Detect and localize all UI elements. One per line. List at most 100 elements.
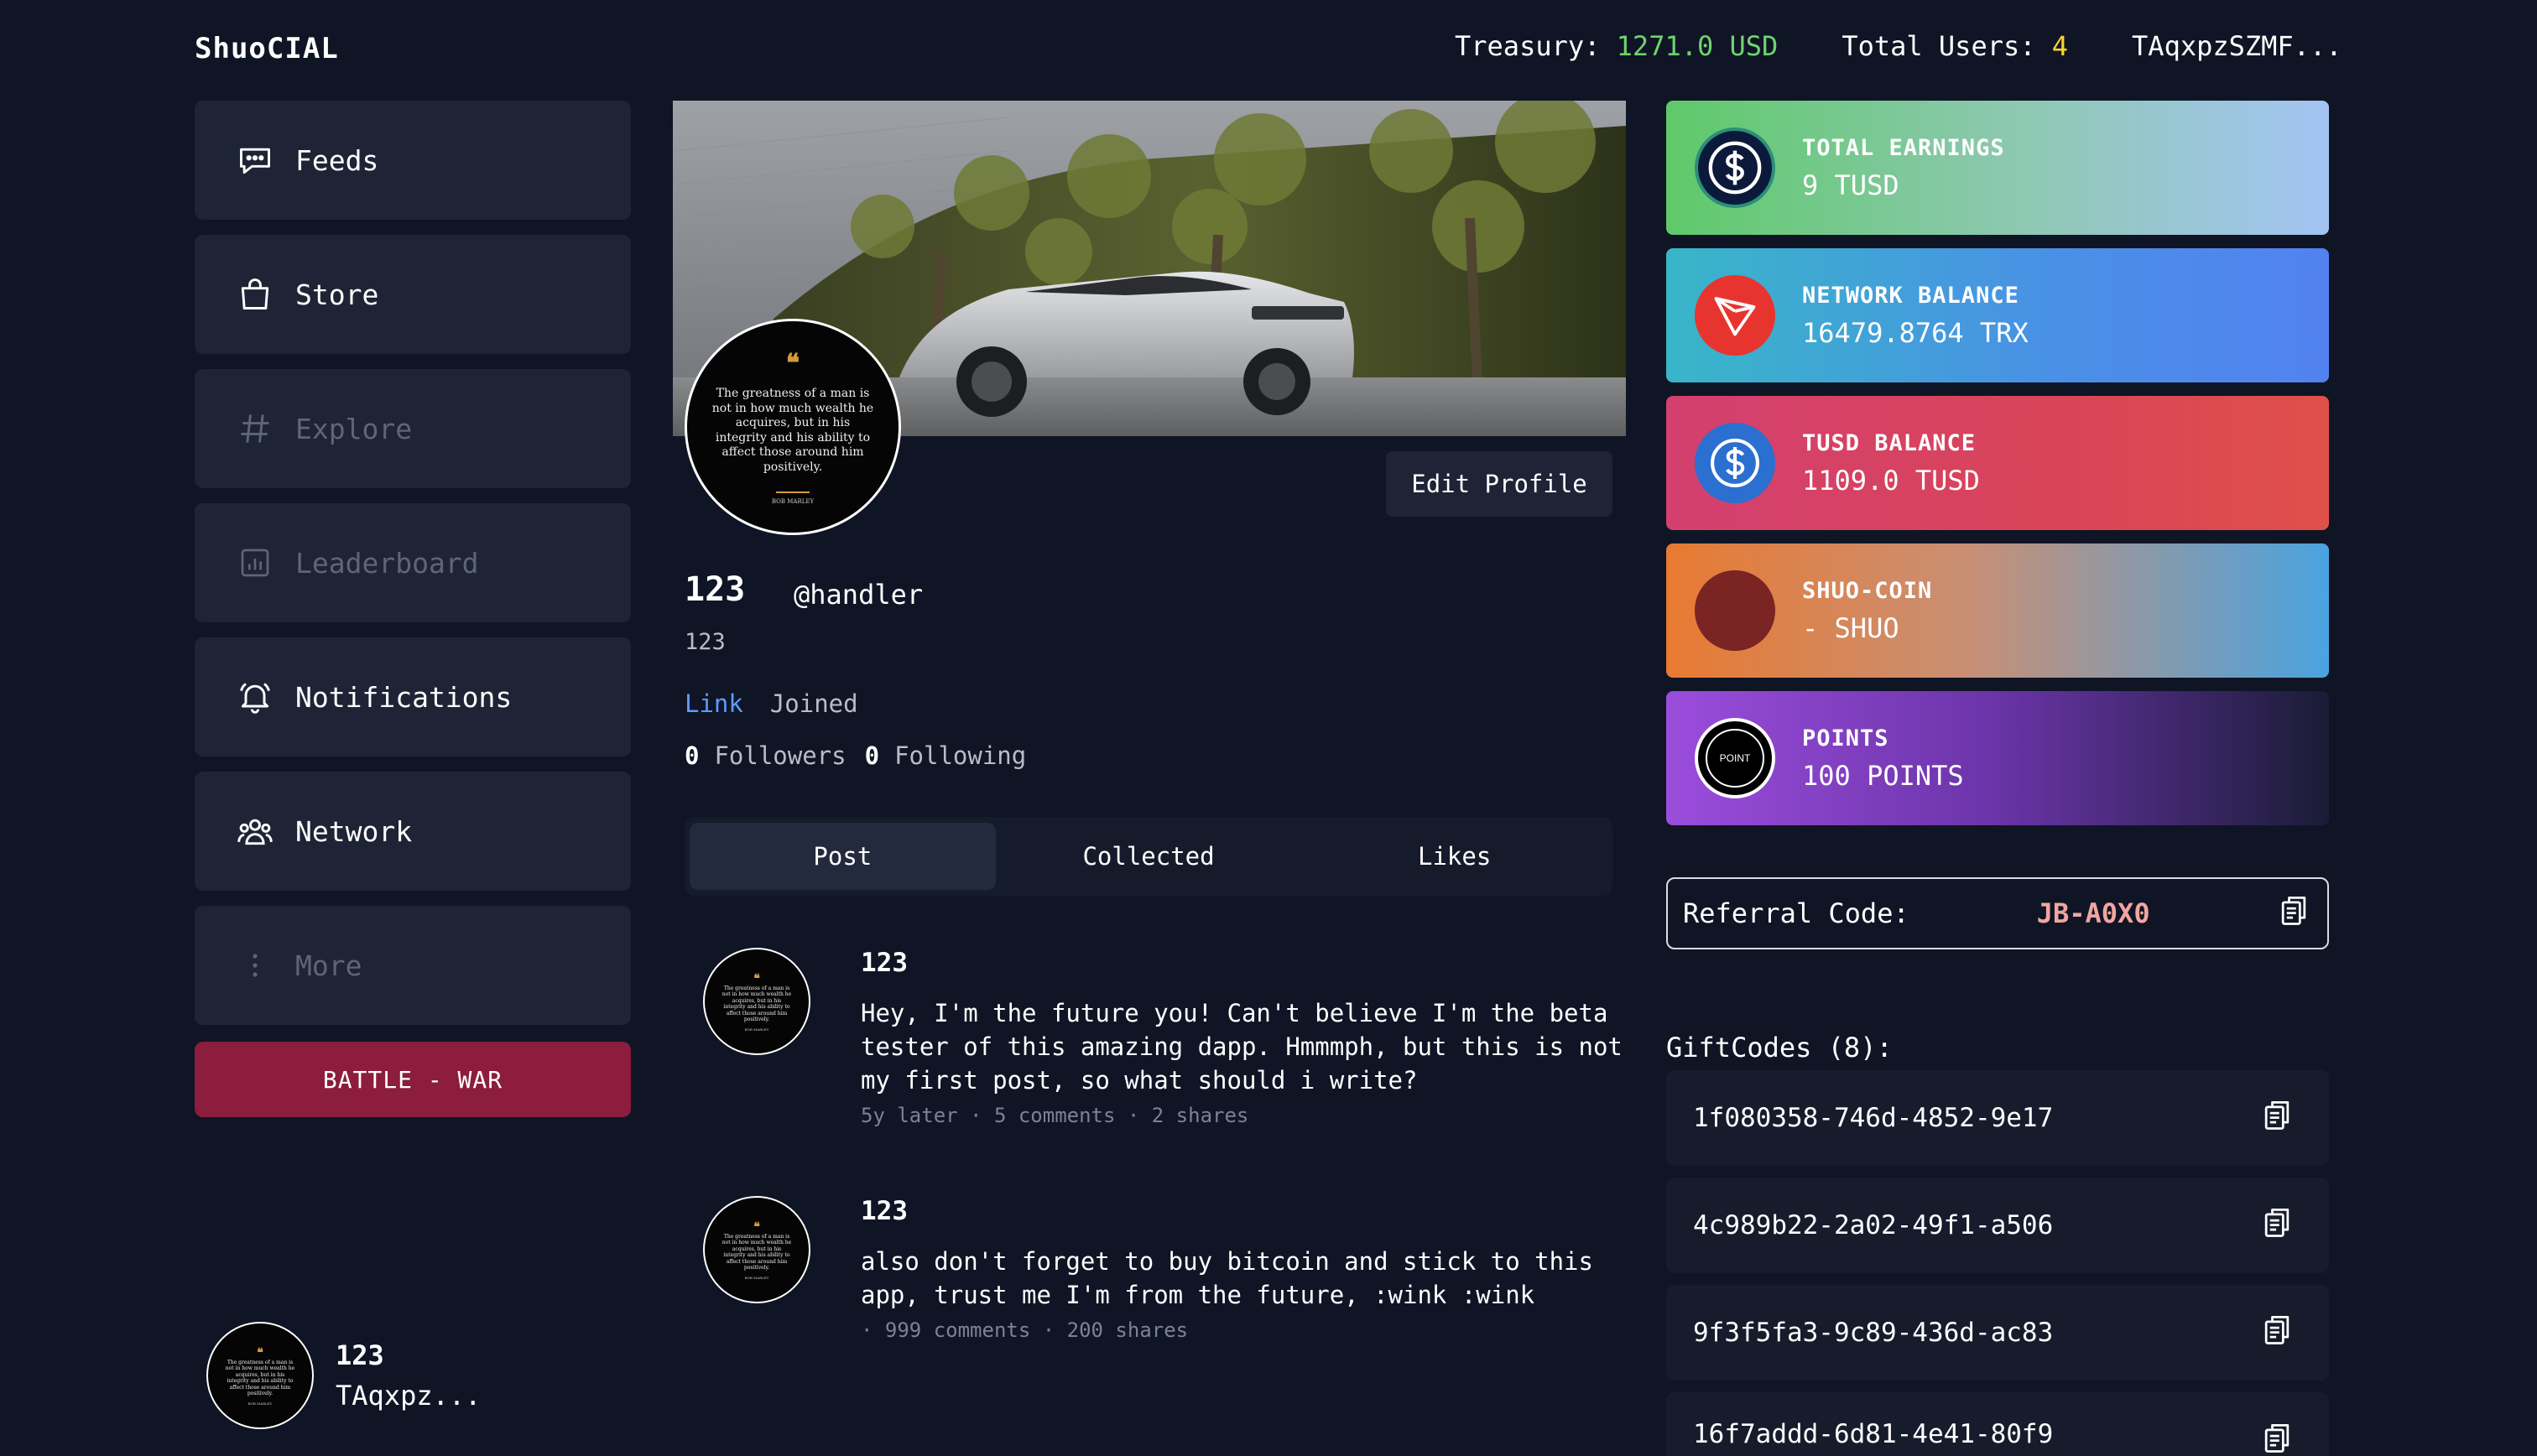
list-item: 4c989b22-2a02-49f1-a506 <box>1666 1178 2329 1273</box>
stat-value: 9 TUSD <box>1802 169 1899 201</box>
sidebar-item-store[interactable]: Store <box>195 235 631 354</box>
shopping-bag-icon <box>237 276 273 313</box>
profile-handle: @handler <box>794 579 924 611</box>
profile-link[interactable]: Link <box>685 689 743 718</box>
profile-tabs: Post Collected Likes <box>685 817 1612 896</box>
stat-title: SHUO-COIN <box>1802 577 1933 604</box>
following-label[interactable]: Following <box>894 741 1026 770</box>
stat-text: TOTAL EARNINGS 9 TUSD <box>1802 135 2005 201</box>
sidebar-item-leaderboard[interactable]: Leaderboard <box>195 503 631 622</box>
edit-profile-button[interactable]: Edit Profile <box>1386 451 1612 517</box>
tron-icon <box>1695 275 1775 356</box>
current-user-address: TAqxpz... <box>336 1380 482 1412</box>
stat-title: NETWORK BALANCE <box>1802 282 2019 309</box>
sidebar-item-explore[interactable]: Explore <box>195 369 631 488</box>
sidebar-item-more[interactable]: More <box>195 906 631 1025</box>
header-stats: Treasury: 1271.0 USD Total Users: 4 TAqx… <box>1455 30 2342 62</box>
giftcode-value: 1f080358-746d-4852-9e17 <box>1693 1103 2054 1133</box>
battle-war-button[interactable]: BATTLE - WAR <box>195 1042 631 1117</box>
treasury-label: Treasury: <box>1455 30 1601 62</box>
users-icon <box>237 813 273 850</box>
app-root: ShuoCIAL Treasury: 1271.0 USD Total User… <box>0 0 2537 1456</box>
copy-icon[interactable] <box>2258 1311 2295 1355</box>
profile-joined: Joined <box>769 689 858 718</box>
profile-links: Link Joined <box>685 689 858 718</box>
followers-count: 0 <box>685 741 700 770</box>
quote-text: The greatness of a man is not in how muc… <box>711 387 874 474</box>
account-address[interactable]: TAqxpzSZMF... <box>2132 30 2342 62</box>
following-count: 0 <box>864 741 880 770</box>
dollar-coin-icon <box>1695 127 1775 208</box>
points-icon-label: POINT <box>1706 729 1764 788</box>
post-text: also don't forget to buy bitcoin and sti… <box>861 1247 1593 1310</box>
referral-code-box: Referral Code: JB-A0X0 <box>1666 877 2329 949</box>
current-user-name: 123 <box>336 1339 384 1371</box>
stat-card-points: POINT POINTS 100 POINTS <box>1666 691 2329 825</box>
sidebar-item-label: Leaderboard <box>295 546 479 580</box>
quote-text: The greatness of a man is not in how muc… <box>722 1233 792 1271</box>
quote-author: BOB MARLEY <box>744 1275 769 1280</box>
copy-icon[interactable] <box>2258 1204 2295 1247</box>
brand-logo[interactable]: ShuoCIAL <box>195 32 339 65</box>
tab-likes[interactable]: Likes <box>1301 823 1607 890</box>
avatar: ❝ The greatness of a man is not in how m… <box>206 1322 314 1429</box>
sidebar-item-label: Store <box>295 278 379 311</box>
quote-author: BOB MARLEY <box>771 498 815 505</box>
quote-mark: ❝ <box>753 971 760 985</box>
sidebar-item-label: More <box>295 949 362 982</box>
list-item[interactable]: ❝ The greatness of a man is not in how m… <box>703 948 1626 1127</box>
stat-text: NETWORK BALANCE 16479.8764 TRX <box>1802 283 2029 349</box>
sidebar-item-feeds[interactable]: Feeds <box>195 101 631 220</box>
list-item: 16f7addd-6d81-4e41-80f9 <box>1666 1392 2329 1456</box>
profile-follow-stats: 0 Followers 0 Following <box>685 741 1026 770</box>
quote-mark: ❝ <box>753 1219 760 1234</box>
copy-icon[interactable] <box>2275 892 2312 935</box>
current-user-card[interactable]: ❝ The greatness of a man is not in how m… <box>206 1322 481 1429</box>
quote-mark: ❝ <box>257 1345 263 1360</box>
stat-value: 1109.0 TUSD <box>1802 464 1980 497</box>
tab-post[interactable]: Post <box>690 823 996 890</box>
sidebar-item-label: Feeds <box>295 143 379 177</box>
quote-mark: ❝ <box>785 349 800 378</box>
sidebar-item-label: Explore <box>295 412 413 445</box>
stat-value: - SHUO <box>1802 611 1899 644</box>
stat-title: TOTAL EARNINGS <box>1802 134 2005 161</box>
tab-collected[interactable]: Collected <box>996 823 1302 890</box>
copy-icon[interactable] <box>2258 1096 2295 1140</box>
giftcode-value: 4c989b22-2a02-49f1-a506 <box>1693 1210 2054 1240</box>
profile-bio: 123 <box>685 629 726 655</box>
points-icon: POINT <box>1695 718 1775 798</box>
post-meta: 5y later · 5 comments · 2 shares <box>861 1104 1249 1128</box>
followers-label[interactable]: Followers <box>714 741 846 770</box>
stat-card-total-earnings: TOTAL EARNINGS 9 TUSD <box>1666 101 2329 235</box>
giftcode-value: 16f7addd-6d81-4e41-80f9 <box>1693 1419 2054 1449</box>
post-author[interactable]: 123 <box>861 1196 1626 1226</box>
stat-title: TUSD BALANCE <box>1802 429 1977 456</box>
referral-label: Referral Code: <box>1683 897 1909 929</box>
post-author[interactable]: 123 <box>861 948 1626 978</box>
sidebar-item-network[interactable]: Network <box>195 772 631 891</box>
quote-author: BOB MARLEY <box>744 1027 769 1032</box>
giftcode-value: 9f3f5fa3-9c89-436d-ac83 <box>1693 1318 2054 1348</box>
post-text: Hey, I'm the future you! Can't believe I… <box>861 999 1623 1095</box>
list-item: 1f080358-746d-4852-9e17 <box>1666 1070 2329 1166</box>
total-users-stat: Total Users: 4 <box>1842 30 2068 62</box>
post-body: 123 also don't forget to buy bitcoin and… <box>861 1196 1626 1342</box>
sidebar-item-notifications[interactable]: Notifications <box>195 637 631 757</box>
quote-author: BOB MARLEY <box>247 1401 273 1406</box>
quote-divider <box>776 491 810 493</box>
list-item[interactable]: ❝ The greatness of a man is not in how m… <box>703 1196 1626 1342</box>
total-users-value: 4 <box>2051 30 2069 62</box>
sidebar-item-label: Notifications <box>295 680 513 714</box>
avatar: ❝ The greatness of a man is not in how m… <box>703 948 810 1055</box>
post-meta: · 999 comments · 200 shares <box>861 1318 1189 1343</box>
giftcodes-title: GiftCodes (8): <box>1666 1032 1893 1063</box>
stat-title: POINTS <box>1802 725 1889 751</box>
sidebar-item-label: Network <box>295 814 413 848</box>
stat-text: POINTS 100 POINTS <box>1802 725 1964 792</box>
referral-code: JB-A0X0 <box>2036 897 2150 929</box>
stat-value: 16479.8764 TRX <box>1802 316 2029 349</box>
quote-text: The greatness of a man is not in how muc… <box>722 985 792 1023</box>
copy-icon[interactable] <box>2258 1419 2295 1456</box>
chat-bubble-icon <box>237 142 273 179</box>
